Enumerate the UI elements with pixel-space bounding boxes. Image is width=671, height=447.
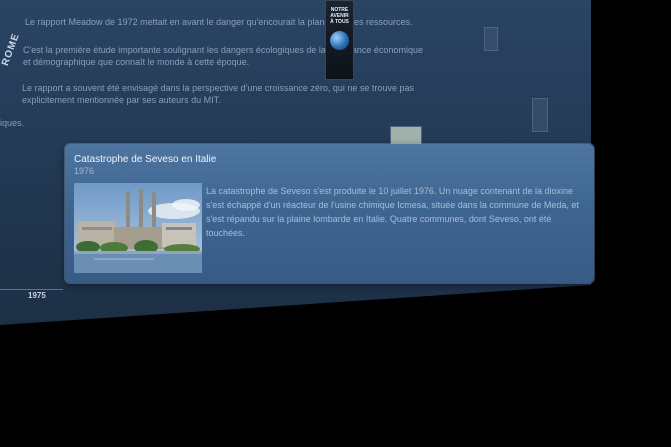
event-photo[interactable]: [74, 183, 202, 273]
earth-image: [330, 31, 349, 50]
book-cover-image[interactable]: NOTRE AVENIR À TOUS: [325, 0, 354, 80]
event-description: La catastrophe de Seveso s'est produite …: [206, 186, 579, 238]
event-title: Catastrophe de Seveso en Italie: [74, 154, 217, 165]
factory-photo-image: [74, 183, 202, 273]
timeline-year-label: 1975: [28, 291, 46, 300]
bg-paragraph-2: C'est la première étude importante souli…: [23, 45, 423, 55]
book-cover-title: NOTRE AVENIR À TOUS: [330, 7, 349, 25]
event-card[interactable]: Catastrophe de Seveso en Italie 1976 La …: [65, 144, 594, 283]
bg-paragraph-5: explicitement mentionnée par ses auteurs…: [22, 95, 221, 105]
bg-paragraph-1: Le rapport Meadow de 1972 mettait en ava…: [25, 17, 413, 27]
thumbnail-image[interactable]: [390, 126, 422, 146]
bg-paragraph-3: et démographique que connaît le monde à …: [23, 57, 250, 67]
thumbnail-image[interactable]: [532, 98, 548, 132]
bg-paragraph-4: Le rapport a souvent été envisagé dans l…: [22, 83, 414, 93]
timeline-axis: [0, 289, 63, 290]
thumbnail-image[interactable]: [484, 27, 498, 51]
bg-paragraph-6: iques.: [0, 118, 25, 128]
event-year: 1976: [74, 166, 95, 176]
